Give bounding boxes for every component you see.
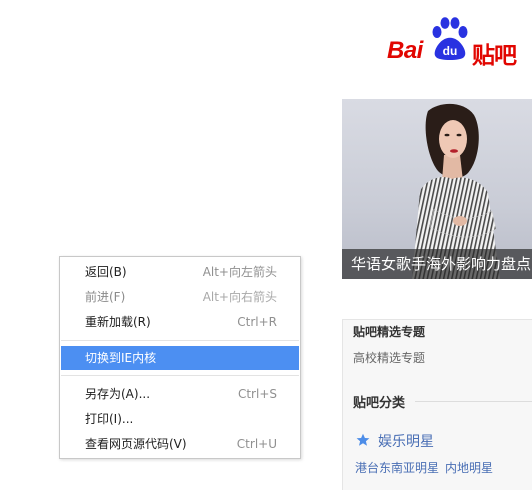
section-divider (415, 401, 532, 402)
menu-item-label: 返回(B) (85, 265, 127, 279)
tieba-sidebar-panel: 贴吧精选专题 高校精选专题 贴吧分类 娱乐明星 港台东南亚明星 内地明星 (342, 319, 532, 490)
context-menu: 返回(B) Alt+向左箭头 前进(F) Alt+向右箭头 重新加载(R) Ct… (59, 256, 301, 459)
menu-item-label: 重新加载(R) (85, 315, 151, 329)
menu-item-shortcut: Ctrl+S (237, 387, 277, 401)
category-entertainment-link[interactable]: 娱乐明星 (378, 431, 434, 451)
menu-item-print[interactable]: 打印(I)... (61, 407, 299, 431)
menu-item-shortcut: Ctrl+R (237, 315, 277, 329)
star-icon (356, 433, 370, 446)
baidu-paw-icon: du (432, 17, 468, 60)
subcategory-list: 港台东南亚明星 内地明星 (355, 459, 493, 476)
menu-item-shortcut: Ctrl+U (236, 437, 277, 451)
college-topics-link[interactable]: 高校精选专题 (353, 349, 425, 366)
logo-text-bai: Bai (387, 37, 423, 64)
menu-item-label: 查看网页源代码(V) (85, 437, 187, 451)
banner-caption[interactable]: 华语女歌手海外影响力盘点 (342, 249, 532, 279)
featured-topics-title: 贴吧精选专题 (353, 325, 426, 339)
menu-item-save-as[interactable]: 另存为(A)... Ctrl+S (61, 382, 299, 406)
featured-banner[interactable]: 华语女歌手海外影响力盘点 (342, 99, 532, 279)
menu-item-switch-to-ie[interactable]: 切换到IE内核 (61, 346, 299, 370)
menu-item-label: 打印(I)... (85, 412, 134, 426)
menu-item-label: 前进(F) (85, 290, 126, 304)
menu-separator (61, 340, 299, 341)
menu-item-shortcut: Alt+向右箭头 (202, 290, 277, 304)
menu-item-label: 切换到IE内核 (85, 351, 157, 365)
menu-item-reload[interactable]: 重新加载(R) Ctrl+R (61, 310, 299, 334)
menu-item-back[interactable]: 返回(B) Alt+向左箭头 (61, 260, 299, 284)
menu-item-forward[interactable]: 前进(F) Alt+向右箭头 (61, 285, 299, 309)
logo-text-du: du (443, 44, 458, 58)
menu-item-view-source[interactable]: 查看网页源代码(V) Ctrl+U (61, 432, 299, 456)
subcategory-hk-sea-stars-link[interactable]: 港台东南亚明星 (355, 461, 439, 475)
menu-item-shortcut: Alt+向左箭头 (202, 265, 277, 279)
category-section-title: 贴吧分类 (353, 396, 406, 411)
menu-item-label: 另存为(A)... (85, 387, 151, 401)
baidu-tieba-logo[interactable]: Bai du 贴吧 (387, 17, 527, 69)
logo-text-tieba: 贴吧 (472, 43, 517, 69)
subcategory-mainland-stars-link[interactable]: 内地明星 (445, 461, 493, 475)
menu-separator (61, 375, 299, 376)
